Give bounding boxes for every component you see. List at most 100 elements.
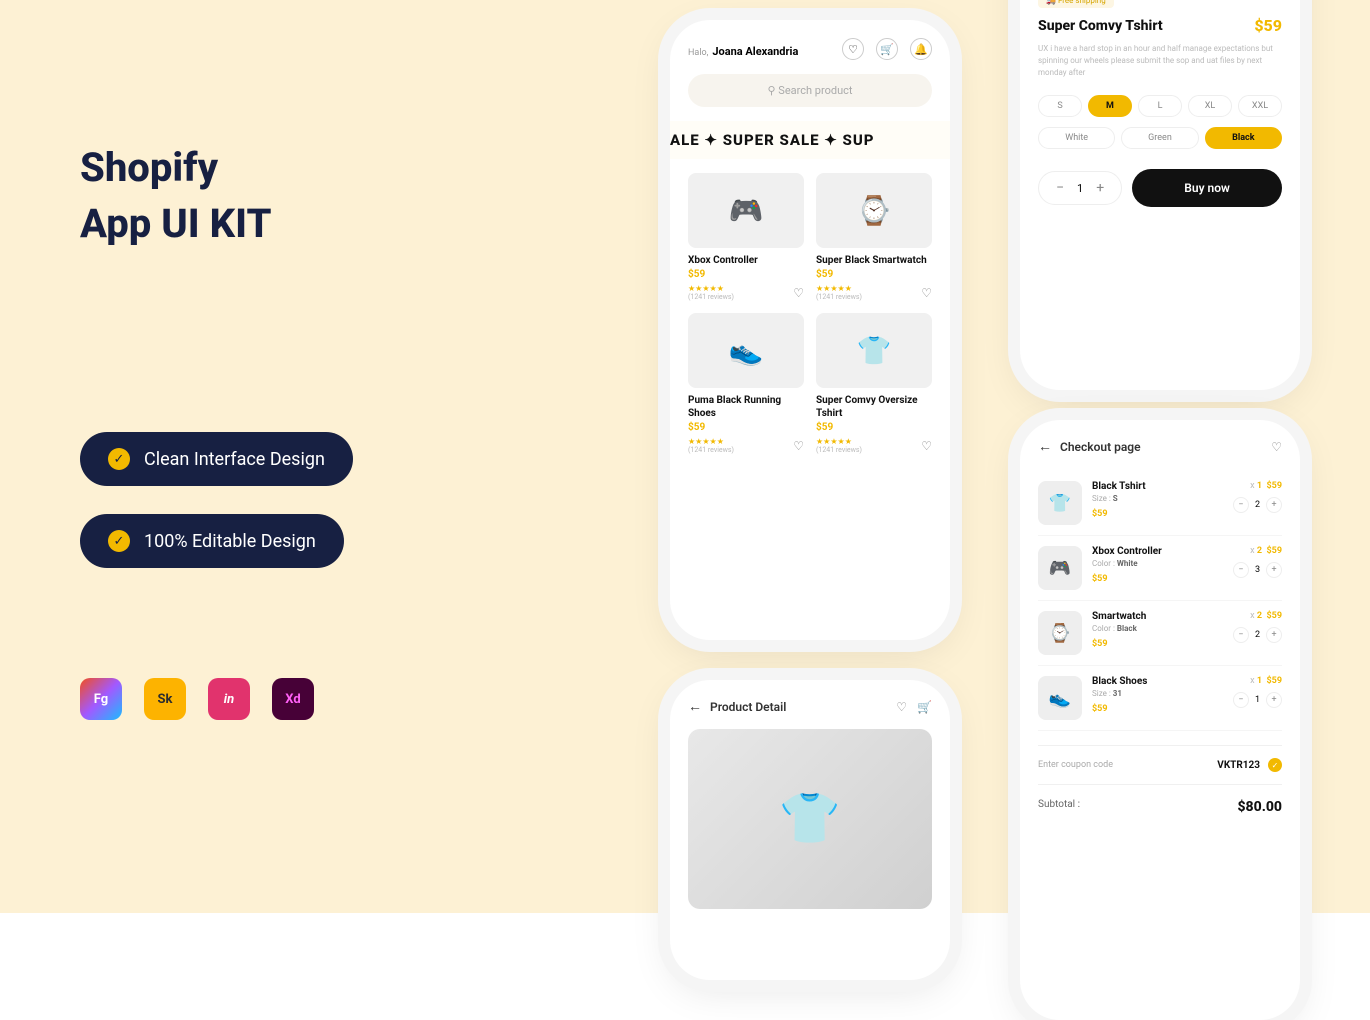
item-image: 👕 bbox=[1038, 481, 1082, 525]
quantity-stepper[interactable]: − 1 + bbox=[1038, 171, 1122, 205]
heart-icon[interactable]: ♡ bbox=[842, 38, 864, 60]
cart-icon[interactable]: 🛒 bbox=[876, 38, 898, 60]
phone-checkout: ← Checkout page ♡ 👕 Black TshirtSize : S… bbox=[1020, 420, 1300, 1020]
heart-icon[interactable]: ♡ bbox=[921, 286, 932, 300]
size-option[interactable]: L bbox=[1138, 95, 1182, 117]
qty-value: 1 bbox=[1077, 182, 1083, 195]
item-attr: Color : Black bbox=[1092, 624, 1223, 633]
star-rating: ★★★★★ bbox=[816, 437, 862, 446]
plus-button[interactable]: + bbox=[1266, 497, 1282, 513]
minus-button[interactable]: − bbox=[1233, 562, 1249, 578]
feature-badges: ✓ Clean Interface Design ✓ 100% Editable… bbox=[80, 432, 490, 568]
size-option[interactable]: XXL bbox=[1238, 95, 1282, 117]
item-image: 🎮 bbox=[1038, 546, 1082, 590]
truck-icon: 🚚 bbox=[1046, 0, 1056, 5]
quantity-stepper[interactable]: −2+ bbox=[1233, 627, 1282, 643]
minus-button[interactable]: − bbox=[1233, 497, 1249, 513]
product-card[interactable]: ⌚ Super Black Smartwatch $59 ★★★★★(1241 … bbox=[816, 173, 932, 301]
bell-icon[interactable]: 🔔 bbox=[910, 38, 932, 60]
product-card[interactable]: 👟 Puma Black Running Shoes $59 ★★★★★(124… bbox=[688, 313, 804, 454]
qty-value: 3 bbox=[1255, 565, 1260, 575]
badge-editable: ✓ 100% Editable Design bbox=[80, 514, 344, 568]
quantity-stepper[interactable]: −1 + bbox=[1233, 692, 1282, 708]
product-price: $59 bbox=[688, 422, 804, 433]
subtotal-value: $80.00 bbox=[1237, 799, 1282, 815]
invision-icon: in bbox=[208, 678, 250, 720]
item-price: $59 bbox=[1092, 574, 1223, 584]
product-title: Super Comvy Tshirt bbox=[1038, 18, 1163, 34]
buy-now-button[interactable]: Buy now bbox=[1132, 169, 1282, 207]
minus-button[interactable]: − bbox=[1233, 692, 1249, 708]
reviews-count: (1241 reviews) bbox=[688, 446, 734, 454]
coupon-label: Enter coupon code bbox=[1038, 760, 1113, 770]
search-input[interactable]: ⚲ Search product bbox=[688, 74, 932, 107]
qty-value: 2 bbox=[1255, 500, 1260, 510]
product-image: 🎮 bbox=[688, 173, 804, 248]
product-image: ⌚ bbox=[816, 173, 932, 248]
plus-button[interactable]: + bbox=[1266, 692, 1282, 708]
checkout-item: 👕 Black TshirtSize : S$59 x 1 $59−2+ bbox=[1038, 471, 1282, 536]
product-price: $59 bbox=[816, 269, 932, 280]
heart-icon[interactable]: ♡ bbox=[1271, 440, 1282, 454]
item-price: $59 bbox=[1092, 704, 1223, 714]
tool-logos: Fg Sk in Xd bbox=[80, 678, 490, 720]
checkout-item: 🎮 Xbox ControllerColor : White$59 x 2 $5… bbox=[1038, 536, 1282, 601]
product-card[interactable]: 👕 Super Comvy Oversize Tshirt $59 ★★★★★(… bbox=[816, 313, 932, 454]
item-image: ⌚ bbox=[1038, 611, 1082, 655]
heart-icon[interactable]: ♡ bbox=[896, 700, 907, 714]
reviews-count: (1241 reviews) bbox=[816, 446, 862, 454]
item-attr: Size : S bbox=[1092, 494, 1223, 503]
check-icon: ✓ bbox=[108, 448, 130, 470]
quantity-stepper[interactable]: −2 + bbox=[1233, 497, 1282, 513]
product-price: $59 bbox=[1254, 16, 1282, 35]
check-icon: ✓ bbox=[108, 530, 130, 552]
checkout-item: ⌚ SmartwatchColor : Black$59 x 2 $59−2+ bbox=[1038, 601, 1282, 666]
item-attr: Size : 31 bbox=[1092, 689, 1223, 698]
item-qty-price: x 2 $59 bbox=[1250, 611, 1282, 621]
badge-clean-interface: ✓ Clean Interface Design bbox=[80, 432, 353, 486]
minus-button[interactable]: − bbox=[1233, 627, 1249, 643]
sketch-icon: Sk bbox=[144, 678, 186, 720]
page-title: Product Detail bbox=[710, 700, 786, 714]
phone-home-screen: Halo, Joana Alexandria ♡ 🛒 🔔 ⚲ Search pr… bbox=[670, 20, 950, 640]
back-arrow-icon[interactable]: ← bbox=[688, 698, 702, 715]
size-option[interactable]: S bbox=[1038, 95, 1082, 117]
product-image: 👕 bbox=[816, 313, 932, 388]
greeting: Halo, Joana Alexandria bbox=[688, 40, 798, 59]
item-qty-price: x 1 $59 bbox=[1250, 676, 1282, 686]
xd-icon: Xd bbox=[272, 678, 314, 720]
product-name: Super Comvy Oversize Tshirt bbox=[816, 394, 932, 420]
checkout-item: 👟 Black ShoesSize : 31$59 x 1 $59−1+ bbox=[1038, 666, 1282, 731]
phone-product-detail-2: ← Product Detail ♡ 🛒 👕 bbox=[670, 680, 950, 980]
figma-icon: Fg bbox=[80, 678, 122, 720]
minus-button[interactable]: − bbox=[1053, 180, 1067, 196]
subtotal-label: Subtotal : bbox=[1038, 799, 1080, 815]
coupon-input[interactable]: VKTR123 bbox=[1217, 760, 1260, 771]
back-arrow-icon[interactable]: ← bbox=[1038, 438, 1052, 455]
plus-button[interactable]: + bbox=[1266, 627, 1282, 643]
item-name: Xbox Controller bbox=[1092, 546, 1223, 557]
heart-icon[interactable]: ♡ bbox=[793, 439, 804, 453]
star-rating: ★★★★★ bbox=[688, 284, 734, 293]
plus-button[interactable]: + bbox=[1266, 562, 1282, 578]
check-icon: ✓ bbox=[1268, 758, 1282, 772]
product-image: 👟 bbox=[688, 313, 804, 388]
plus-button[interactable]: + bbox=[1093, 180, 1107, 196]
cart-icon[interactable]: 🛒 bbox=[917, 700, 932, 714]
size-option[interactable]: XL bbox=[1188, 95, 1232, 117]
item-qty-price: x 2 $59 bbox=[1250, 546, 1282, 556]
size-option[interactable]: M bbox=[1088, 95, 1132, 117]
product-card[interactable]: 🎮 Xbox Controller $59 ★★★★★(1241 reviews… bbox=[688, 173, 804, 301]
color-option[interactable]: White bbox=[1038, 127, 1115, 149]
item-image: 👟 bbox=[1038, 676, 1082, 720]
quantity-stepper[interactable]: −3 + bbox=[1233, 562, 1282, 578]
qty-value: 1 bbox=[1255, 695, 1260, 705]
phone-product-detail: 🚚 Free shipping Super Comvy Tshirt $59 U… bbox=[1020, 0, 1300, 390]
color-option[interactable]: Green bbox=[1121, 127, 1198, 149]
product-name: Puma Black Running Shoes bbox=[688, 394, 804, 420]
product-name: Xbox Controller bbox=[688, 254, 804, 267]
heart-icon[interactable]: ♡ bbox=[921, 439, 932, 453]
search-icon: ⚲ bbox=[767, 84, 775, 97]
heart-icon[interactable]: ♡ bbox=[793, 286, 804, 300]
color-option[interactable]: Black bbox=[1205, 127, 1282, 149]
